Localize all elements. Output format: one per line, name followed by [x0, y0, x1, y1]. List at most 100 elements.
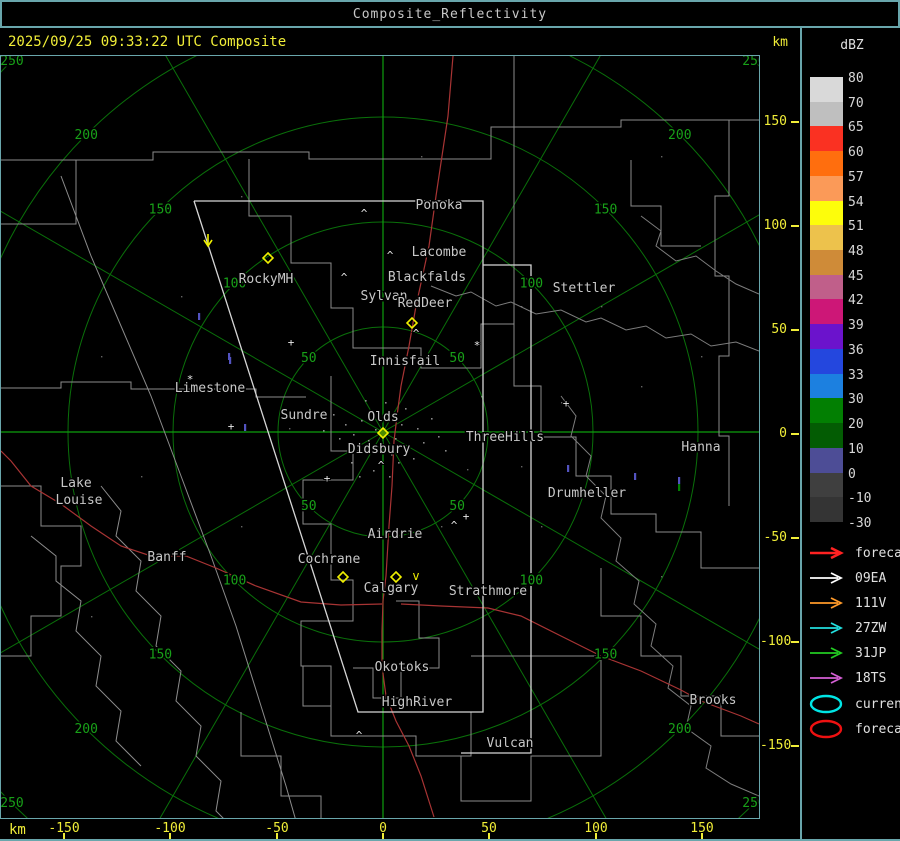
ring-distance-label: 200 — [668, 128, 691, 143]
city-label: Cochrane — [298, 552, 361, 567]
city-label: Calgary — [364, 581, 419, 596]
town-dot — [181, 296, 183, 298]
scale-swatch — [810, 299, 843, 325]
radial-spoke — [382, 214, 759, 433]
town-dot — [467, 469, 469, 471]
legend-label: forecast — [855, 545, 900, 561]
scale-value-label: 70 — [848, 95, 864, 111]
weak-echo — [244, 424, 247, 431]
right-axis-unit-label: km — [772, 35, 788, 50]
legend-item-arrow: 31JP — [808, 645, 886, 661]
weak-echo — [678, 484, 681, 491]
scale-value-label: 36 — [848, 342, 864, 358]
city-label: Lacombe — [412, 245, 467, 260]
city-label: Blackfalds — [388, 270, 466, 285]
track-arrow-icon — [810, 546, 844, 560]
scale-value-label: 80 — [848, 71, 864, 86]
legend-item-arrow: 111V — [808, 595, 886, 611]
ring-distance-label: 250 — [742, 56, 759, 69]
legend-label: 18TS — [855, 670, 887, 686]
radial-spoke — [159, 431, 384, 818]
scale-value-label: 39 — [848, 318, 864, 334]
caret-marker-icon: ^ — [387, 249, 394, 262]
map-boundary-line — [240, 712, 322, 818]
right-axis-tick-mark — [791, 641, 799, 643]
clutter-dot — [359, 476, 361, 478]
right-axis-tick-label: -50 — [763, 530, 787, 545]
scale-swatch — [810, 101, 843, 127]
scale-swatch — [810, 200, 843, 226]
clutter-dot — [398, 462, 400, 464]
scale-value-label: 60 — [848, 145, 864, 161]
town-dot — [701, 356, 703, 358]
town-dot — [661, 156, 663, 158]
river-line — [640, 215, 759, 295]
right-axis-tick-label: -100 — [760, 634, 792, 649]
city-label: Okotoks — [375, 660, 430, 675]
clutter-dot — [361, 420, 363, 422]
town-dot — [481, 396, 483, 398]
town-dot — [289, 428, 291, 430]
city-label: Brooks — [690, 693, 737, 708]
ring-distance-label: 200 — [74, 722, 97, 737]
track-arrow-icon — [810, 672, 844, 684]
radial-spoke — [1, 431, 384, 654]
caret-marker-icon: ^ — [413, 327, 420, 340]
plus-marker-icon: + — [563, 397, 570, 410]
legend-item-ellipse: current — [808, 692, 900, 716]
ring-distance-label: 250 — [742, 796, 759, 811]
plus-marker-icon: + — [463, 510, 470, 523]
clutter-dot — [333, 414, 335, 416]
plus-marker-icon: + — [324, 472, 331, 485]
scale-swatch — [810, 497, 843, 522]
caret-marker-icon: ^ — [451, 519, 458, 532]
right-axis-tick-mark — [791, 225, 799, 227]
town-dot — [641, 386, 643, 388]
scale-value-label: 30 — [848, 392, 864, 408]
map-boundary-line — [630, 160, 701, 247]
right-axis-tick-label: 0 — [779, 426, 787, 441]
scale-value-label: 45 — [848, 268, 864, 284]
asterisk-marker-icon: * — [474, 339, 481, 352]
bottom-distance-axis: km -150 -100 -50 0 50 100 150 — [0, 820, 800, 839]
v-arrow-marker-icon: v — [412, 569, 419, 583]
scale-swatch — [810, 348, 843, 374]
right-axis-tick-mark — [791, 537, 799, 539]
scale-value-label: 57 — [848, 169, 864, 185]
clutter-dot — [395, 438, 397, 440]
cell-ellipse-icon — [809, 719, 843, 739]
scale-value-label: 65 — [848, 120, 864, 136]
city-label: Didsbury — [348, 442, 411, 457]
track-arrow-icon — [810, 597, 844, 609]
scale-value-label: 54 — [848, 194, 864, 210]
ring-distance-label: 100 — [223, 573, 246, 588]
right-axis-tick-label: -150 — [760, 738, 792, 753]
city-label: Limestone — [175, 381, 246, 396]
map-boundary-line — [300, 376, 354, 712]
town-dot — [661, 576, 663, 578]
city-label: Vulcan — [487, 736, 534, 751]
clutter-dot — [389, 476, 391, 478]
ring-distance-label: 50 — [449, 351, 465, 366]
scale-swatch — [810, 274, 843, 300]
weak-echo — [567, 465, 570, 472]
town-dot — [521, 306, 523, 308]
legend-label: 27ZW — [855, 620, 887, 636]
ring-distance-label: 200 — [74, 128, 97, 143]
city-label: ThreeHills — [466, 430, 544, 445]
clutter-dot — [385, 402, 387, 404]
scale-swatch — [810, 447, 843, 473]
clutter-dot — [413, 458, 415, 460]
ring-distance-label: 250 — [1, 796, 24, 811]
city-label: Drumheller — [548, 486, 626, 501]
clutter-dot — [365, 400, 367, 402]
map-boundary-line — [513, 324, 759, 569]
right-axis-tick-label: 50 — [771, 322, 787, 337]
scale-swatch — [810, 472, 843, 498]
legend-label: 111V — [855, 595, 887, 611]
clutter-dot — [401, 424, 403, 426]
reflectivity-scale-panel: dBZ 80 70 65 60 57 54 51 48 45 42 39 36 33 30 20 10 0 -10… — [800, 28, 900, 839]
ring-distance-label: 100 — [520, 277, 543, 292]
clutter-dot — [417, 428, 419, 430]
legend-label: forecast — [855, 721, 900, 737]
